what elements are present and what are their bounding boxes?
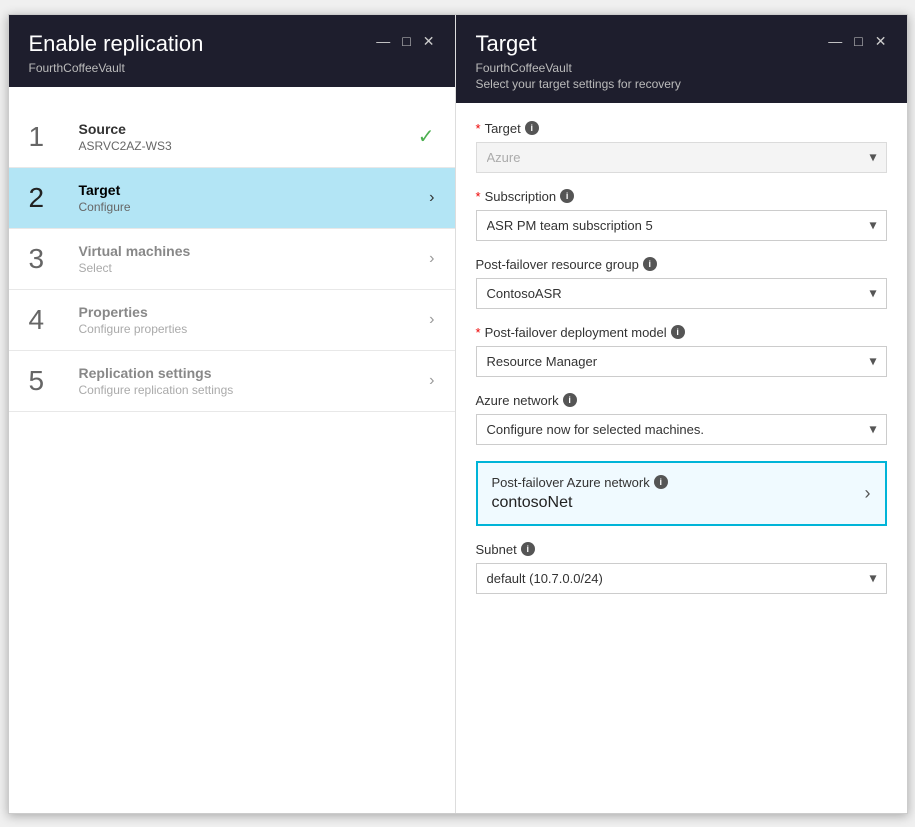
right-maximize-button[interactable]: □: [854, 33, 862, 50]
step-2-subtitle: Configure: [79, 200, 430, 214]
subnet-label-text: Subnet: [476, 542, 517, 557]
target-label-text: Target: [485, 121, 521, 136]
step-1-check-icon: ✓: [418, 124, 435, 149]
right-panel: Target FourthCoffeeVault Select your tar…: [456, 15, 907, 813]
step-2-title: Target: [79, 182, 430, 198]
step-4-text: Properties Configure properties: [79, 304, 430, 336]
subnet-info-icon[interactable]: i: [521, 542, 535, 556]
step-5-arrow-icon: ›: [429, 372, 434, 390]
left-header: Enable replication FourthCoffeeVault — □…: [9, 15, 455, 87]
subnet-label: Subnet i: [476, 542, 887, 557]
deployment-model-info-icon[interactable]: i: [671, 325, 685, 339]
step-3-item[interactable]: 3 Virtual machines Select ›: [9, 229, 455, 290]
post-failover-network-info-icon[interactable]: i: [654, 475, 668, 489]
target-group: * Target i Azure: [476, 121, 887, 173]
resource-group-select-wrapper: ContosoASR: [476, 278, 887, 309]
step-5-title: Replication settings: [79, 365, 430, 381]
step-2-item[interactable]: 2 Target Configure ›: [9, 168, 455, 229]
subscription-info-icon[interactable]: i: [560, 189, 574, 203]
azure-network-group: Azure network i Configure now for select…: [476, 393, 887, 445]
azure-network-label: Azure network i: [476, 393, 887, 408]
right-panel-content: * Target i Azure * Subscription i: [456, 103, 907, 813]
subnet-select-wrapper: default (10.7.0.0/24): [476, 563, 887, 594]
step-1-text: Source ASRVC2AZ-WS3: [79, 121, 418, 153]
step-2-arrow-icon: ›: [429, 189, 434, 207]
resource-group-select[interactable]: ContosoASR: [476, 278, 887, 309]
step-4-item[interactable]: 4 Properties Configure properties ›: [9, 290, 455, 351]
step-4-title: Properties: [79, 304, 430, 320]
azure-network-label-text: Azure network: [476, 393, 559, 408]
step-5-item[interactable]: 5 Replication settings Configure replica…: [9, 351, 455, 412]
step-3-subtitle: Select: [79, 261, 430, 275]
step-2-number: 2: [29, 182, 69, 214]
step-1-title: Source: [79, 121, 418, 137]
post-failover-network-value: contosoNet: [492, 494, 668, 512]
step-5-subtitle: Configure replication settings: [79, 383, 430, 397]
azure-network-info-icon[interactable]: i: [563, 393, 577, 407]
subscription-select-wrapper: ASR PM team subscription 5: [476, 210, 887, 241]
left-win-controls: — □ ✕: [376, 33, 434, 50]
subscription-group: * Subscription i ASR PM team subscriptio…: [476, 189, 887, 241]
deployment-model-select-wrapper: Resource Manager: [476, 346, 887, 377]
step-5-number: 5: [29, 365, 69, 397]
post-failover-network-label-text: Post-failover Azure network: [492, 475, 650, 490]
subscription-select[interactable]: ASR PM team subscription 5: [476, 210, 887, 241]
deployment-model-label: * Post-failover deployment model i: [476, 325, 887, 340]
left-minimize-button[interactable]: —: [376, 33, 390, 50]
target-required-star: *: [476, 121, 481, 136]
right-panel-subtitle: FourthCoffeeVault: [476, 61, 681, 75]
left-panel-content: 1 Source ASRVC2AZ-WS3 ✓ 2 Target Configu…: [9, 87, 455, 813]
deployment-model-group: * Post-failover deployment model i Resou…: [476, 325, 887, 377]
resource-group-group: Post-failover resource group i ContosoAS…: [476, 257, 887, 309]
left-close-button[interactable]: ✕: [423, 33, 435, 50]
subnet-select[interactable]: default (10.7.0.0/24): [476, 563, 887, 594]
azure-network-select-wrapper: Configure now for selected machines.: [476, 414, 887, 445]
left-maximize-button[interactable]: □: [402, 33, 410, 50]
post-failover-network-label: Post-failover Azure network i: [492, 475, 668, 490]
right-panel-description: Select your target settings for recovery: [476, 77, 681, 91]
subscription-label-text: Subscription: [485, 189, 557, 204]
step-3-text: Virtual machines Select: [79, 243, 430, 275]
step-2-text: Target Configure: [79, 182, 430, 214]
step-1-item[interactable]: 1 Source ASRVC2AZ-WS3 ✓: [9, 107, 455, 168]
target-select-wrapper: Azure: [476, 142, 887, 173]
step-4-number: 4: [29, 304, 69, 336]
step-3-arrow-icon: ›: [429, 250, 434, 268]
post-failover-network-box[interactable]: Post-failover Azure network i contosoNet…: [476, 461, 887, 526]
azure-network-select[interactable]: Configure now for selected machines.: [476, 414, 887, 445]
subscription-label: * Subscription i: [476, 189, 887, 204]
subscription-required-star: *: [476, 189, 481, 204]
right-panel-title: Target: [476, 31, 681, 57]
subnet-group: Subnet i default (10.7.0.0/24): [476, 542, 887, 594]
left-panel: Enable replication FourthCoffeeVault — □…: [9, 15, 456, 813]
step-1-number: 1: [29, 121, 69, 153]
step-4-subtitle: Configure properties: [79, 322, 430, 336]
step-3-number: 3: [29, 243, 69, 275]
deployment-model-label-text: Post-failover deployment model: [485, 325, 667, 340]
panels-container: Enable replication FourthCoffeeVault — □…: [8, 14, 908, 814]
deployment-model-required-star: *: [476, 325, 481, 340]
right-header: Target FourthCoffeeVault Select your tar…: [456, 15, 907, 103]
right-minimize-button[interactable]: —: [828, 33, 842, 50]
target-label: * Target i: [476, 121, 887, 136]
post-failover-network-content: Post-failover Azure network i contosoNet: [492, 475, 668, 512]
deployment-model-select[interactable]: Resource Manager: [476, 346, 887, 377]
right-close-button[interactable]: ✕: [875, 33, 887, 50]
resource-group-label-text: Post-failover resource group: [476, 257, 639, 272]
step-5-text: Replication settings Configure replicati…: [79, 365, 430, 397]
step-4-arrow-icon: ›: [429, 311, 434, 329]
left-panel-subtitle: FourthCoffeeVault: [29, 61, 204, 75]
post-failover-network-arrow-icon: ›: [865, 483, 871, 504]
target-select[interactable]: Azure: [476, 142, 887, 173]
step-1-subtitle: ASRVC2AZ-WS3: [79, 139, 418, 153]
left-panel-title: Enable replication: [29, 31, 204, 57]
resource-group-info-icon[interactable]: i: [643, 257, 657, 271]
target-info-icon[interactable]: i: [525, 121, 539, 135]
step-3-title: Virtual machines: [79, 243, 430, 259]
resource-group-label: Post-failover resource group i: [476, 257, 887, 272]
right-win-controls: — □ ✕: [828, 33, 886, 50]
